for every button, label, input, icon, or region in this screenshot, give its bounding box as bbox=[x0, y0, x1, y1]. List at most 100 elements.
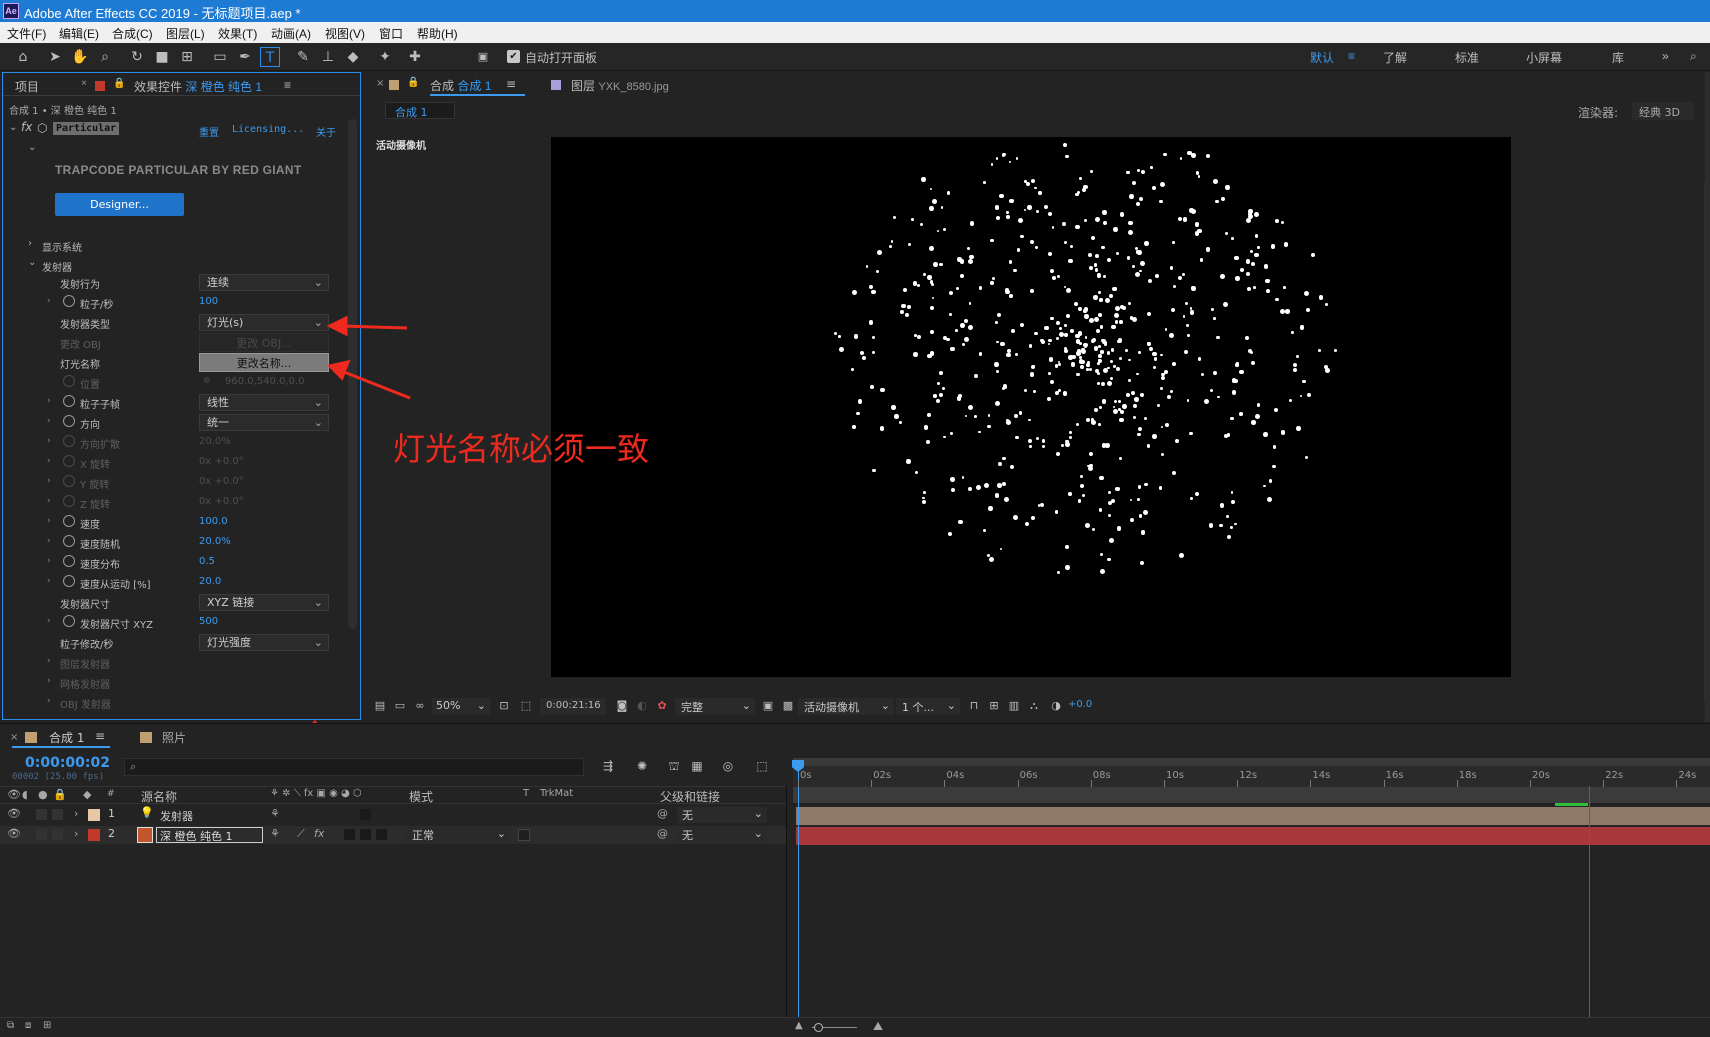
ruler-tick-label: 14s bbox=[1312, 770, 1331, 781]
draft-3d-icon[interactable]: ✺ bbox=[632, 756, 652, 776]
tab-timeline-comp[interactable]: 合成 1 bbox=[49, 729, 84, 746]
lock-toggle[interactable] bbox=[52, 829, 63, 840]
timeline-close-icon[interactable]: × bbox=[10, 732, 18, 743]
lock-toggle[interactable] bbox=[52, 809, 63, 820]
layer-1-duration-bar[interactable] bbox=[796, 807, 1710, 825]
ruler-tick-label: 12s bbox=[1239, 770, 1258, 781]
solo-toggle[interactable] bbox=[36, 809, 47, 820]
zoom-out-icon[interactable]: ▲ bbox=[795, 1020, 803, 1031]
zoom-in-icon[interactable]: ⛰ bbox=[873, 1019, 883, 1034]
effects-switch-icon[interactable]: fx bbox=[314, 827, 324, 840]
ruler-tick bbox=[1164, 780, 1165, 787]
adjustment-switch[interactable] bbox=[360, 829, 371, 840]
ruler-tick-label: 18s bbox=[1458, 770, 1477, 781]
parent-dropdown[interactable]: 无 ⌄ bbox=[677, 827, 767, 843]
parent-dropdown[interactable]: 无 ⌄ bbox=[677, 807, 767, 823]
ruler-tick-label: 10s bbox=[1166, 770, 1184, 781]
ruler-tick bbox=[1017, 780, 1019, 787]
ruler-tick bbox=[1310, 780, 1312, 787]
layer-label-color[interactable] bbox=[88, 809, 100, 821]
parent-value: 无 bbox=[682, 829, 693, 842]
t-column[interactable]: T bbox=[523, 788, 529, 799]
ruler-tick bbox=[1530, 780, 1531, 787]
layer-label-color[interactable] bbox=[88, 829, 100, 841]
source-name-column[interactable]: 源名称 bbox=[141, 788, 177, 805]
transfer-controls-toggle-icon[interactable]: ⧈ bbox=[25, 1020, 31, 1031]
ruler-tick-label: 24s bbox=[1678, 770, 1697, 781]
motion-blur-icon[interactable]: ◎ bbox=[718, 756, 738, 776]
ruler-tick-label: 04s bbox=[946, 770, 965, 781]
zoom-slider-handle[interactable] bbox=[814, 1023, 823, 1032]
layer-index: 2 bbox=[108, 827, 115, 840]
comp-navigator bbox=[793, 787, 1710, 803]
parent-chevron-icon: ⌄ bbox=[753, 827, 763, 840]
ruler-tick bbox=[798, 780, 799, 787]
ruler-tick bbox=[871, 780, 873, 787]
shy-switch-icon[interactable]: ⚘ bbox=[270, 827, 280, 840]
photo-comp-swatch bbox=[140, 732, 152, 743]
mode-column[interactable]: 模式 bbox=[409, 788, 433, 805]
shy-switch-icon[interactable]: ⚘ bbox=[270, 807, 280, 820]
label-column-icon[interactable]: ◆ bbox=[83, 788, 91, 801]
light-icon: 💡 bbox=[140, 806, 154, 819]
work-area-bar[interactable] bbox=[793, 758, 1710, 766]
visibility-eye-icon[interactable]: 👁 bbox=[7, 827, 21, 840]
trkmat-column[interactable]: TrkMat bbox=[540, 788, 573, 799]
ruler-tick bbox=[1603, 780, 1605, 787]
ruler-tick bbox=[1676, 780, 1678, 787]
visibility-eye-icon[interactable]: 👁 bbox=[7, 807, 21, 820]
switches-column-icons[interactable]: ⚘ ✲ ⟍ fx ▣ ◉ ◕ ⬡ bbox=[270, 788, 362, 799]
number-column: # bbox=[107, 789, 115, 799]
comp-mini-flowchart-icon[interactable]: ⇶ bbox=[598, 756, 618, 776]
quality-switch-icon[interactable]: ⟋ bbox=[297, 827, 305, 841]
layer-name[interactable]: 深 橙色 纯色 1 bbox=[156, 827, 263, 843]
video-column-icon[interactable]: 👁 bbox=[7, 788, 21, 801]
lock-column-icon[interactable]: 🔒 bbox=[53, 788, 67, 801]
ruler-tick bbox=[1383, 780, 1385, 787]
shy-layers-icon[interactable]: ⛫ bbox=[664, 756, 684, 776]
preserve-transparency-toggle[interactable] bbox=[518, 829, 530, 841]
pickwhip-icon[interactable]: @ bbox=[657, 827, 668, 840]
mode-value: 正常 bbox=[412, 829, 434, 842]
layer-name[interactable]: 发射器 bbox=[160, 808, 193, 824]
arrow-emitter-type-head bbox=[326, 315, 348, 337]
layer-search-input[interactable]: ⌕ bbox=[124, 758, 584, 776]
render-progress-bar bbox=[1555, 803, 1588, 806]
frame-info: 00002 (25.00 fps) bbox=[12, 772, 105, 782]
parent-chevron-icon: ⌄ bbox=[753, 807, 763, 820]
arrow-light-name-head bbox=[327, 359, 351, 381]
pickwhip-icon[interactable]: @ bbox=[657, 807, 668, 820]
layer-row-1[interactable]: 👁 › 1 💡 发射器 ⚘ @ 无 ⌄ bbox=[0, 806, 786, 824]
current-time-indicator[interactable] bbox=[798, 760, 799, 1036]
timeline-timecode[interactable]: 0:00:00:02 bbox=[25, 755, 110, 771]
tab-photo[interactable]: 照片 bbox=[162, 729, 186, 746]
solo-toggle[interactable] bbox=[36, 829, 47, 840]
layer-2-duration-bar[interactable] bbox=[796, 827, 1710, 845]
right-panel-edge bbox=[1705, 72, 1710, 722]
timeline-menu-icon[interactable]: ≡ bbox=[95, 729, 105, 743]
layer-twirl-icon[interactable]: › bbox=[74, 827, 78, 840]
motion-blur-switch[interactable] bbox=[344, 829, 355, 840]
layer-switches-toggle-icon[interactable]: ⧉ bbox=[7, 1020, 14, 1031]
solo-column-icon[interactable]: ● bbox=[38, 788, 48, 801]
3d-switch[interactable] bbox=[376, 829, 387, 840]
layer-twirl-icon[interactable]: › bbox=[74, 807, 78, 820]
frame-blending-icon[interactable]: ▦ bbox=[687, 756, 707, 776]
layer-row-2[interactable]: 👁 › 2 深 橙色 纯色 1 ⚘ ⟋ fx 正常 ⌄ @ 无 ⌄ bbox=[0, 826, 786, 844]
ruler-tick-label: 06s bbox=[1019, 770, 1038, 781]
layer-index: 1 bbox=[108, 807, 115, 820]
mode-dropdown[interactable]: 正常 ⌄ bbox=[406, 827, 510, 843]
3d-switch[interactable] bbox=[360, 809, 371, 820]
end-time-marker bbox=[1589, 786, 1590, 1036]
mode-chevron-icon: ⌄ bbox=[496, 827, 506, 840]
layer-column-header: 👁 ◖ ● 🔒 ◆ # 源名称 ⚘ ✲ ⟍ fx ▣ ◉ ◕ ⬡ 模式 T Tr… bbox=[0, 786, 786, 804]
parent-column[interactable]: 父级和链接 bbox=[660, 788, 720, 805]
audio-column-icon[interactable]: ◖ bbox=[22, 788, 28, 801]
ruler-tick-label: 16s bbox=[1385, 770, 1404, 781]
ruler-tick-label: 08s bbox=[1092, 770, 1111, 781]
ruler-tick-label: 0s bbox=[800, 770, 812, 781]
timeline-divider bbox=[786, 786, 787, 1036]
in-out-toggle-icon[interactable]: ⊞ bbox=[43, 1020, 51, 1031]
ruler-tick bbox=[1237, 780, 1239, 787]
graph-editor-icon[interactable]: ⬚ bbox=[752, 756, 772, 776]
